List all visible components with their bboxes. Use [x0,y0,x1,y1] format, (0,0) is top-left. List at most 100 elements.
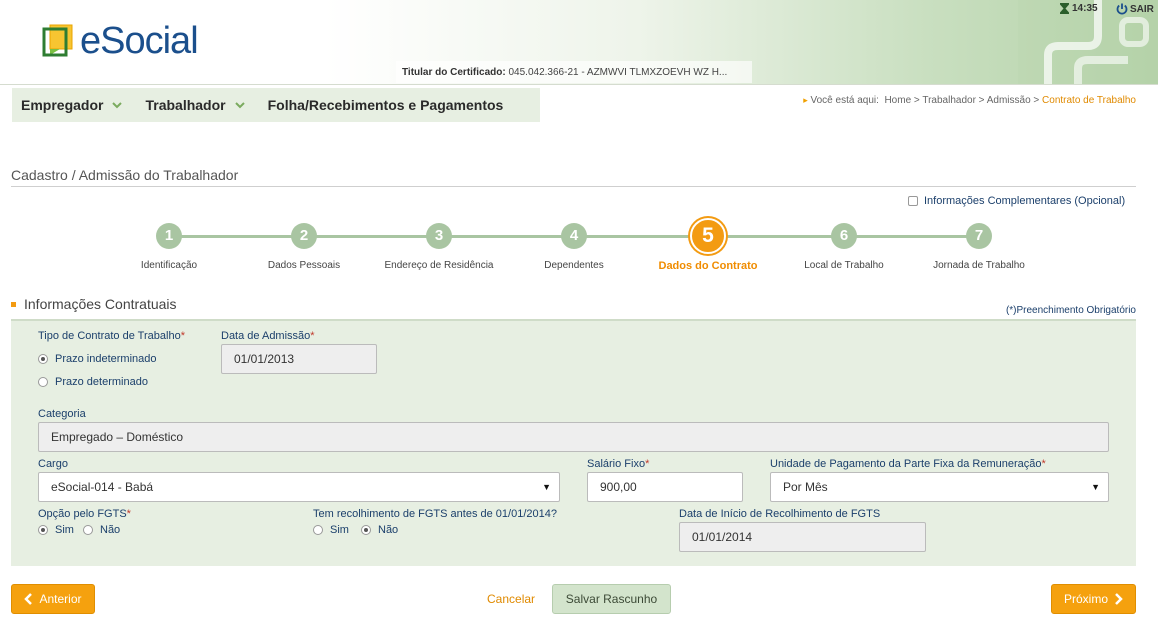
optional-info-toggle[interactable]: Informações Complementares (Opcional) [908,195,1125,207]
step-number: 3 [426,223,452,249]
step-label: Dados Pessoais [267,260,341,271]
data-admissao-label: Data de Admissão* [221,330,315,342]
step-label: Dados do Contrato [658,260,758,272]
breadcrumb-arrow-icon: ▸ [803,95,808,105]
nav-label: Folha/Recebimentos e Pagamentos [267,97,504,113]
optional-info-checkbox[interactable] [908,196,918,206]
radio-button[interactable] [38,377,48,387]
data-admissao-field[interactable]: 01/01/2013 [221,344,377,374]
nav-item-empregador[interactable]: Empregador [21,97,123,113]
certificate-value: 045.042.366-21 - AZMWVI TLMXZOEVH WZ H..… [508,67,728,78]
radio-label: Prazo indeterminado [55,353,157,365]
step-dados-pessoais[interactable]: 2 Dados Pessoais [244,218,364,271]
required-mark: * [1041,458,1046,470]
recolhimento-fgts-label: Tem recolhimento de FGTS antes de 01/01/… [313,508,557,520]
step-label: Identificação [140,260,198,271]
opcao-fgts-label: Opção pelo FGTS* [38,508,131,520]
unidade-pagamento-select[interactable]: Por Mês [770,472,1109,502]
contract-form: Tipo de Contrato de Trabalho* Prazo inde… [11,319,1136,566]
step-dependentes[interactable]: 4 Dependentes [514,218,634,271]
required-mark: * [126,508,131,520]
field-value: 01/01/2014 [692,530,753,544]
hourglass-icon [1060,3,1069,14]
radio-button[interactable] [313,525,323,535]
step-number: 1 [156,223,182,249]
breadcrumb: ▸ Você está aqui: Home > Trabalhador > A… [803,95,1136,106]
categoria-field[interactable]: Empregado – Doméstico [38,422,1109,452]
step-number: 5 [690,218,726,254]
cancel-link[interactable]: Cancelar [487,592,535,606]
radio-recolh-sim[interactable]: Sim [313,524,349,536]
select-value: eSocial-014 - Babá [51,480,154,494]
step-number: 2 [291,223,317,249]
required-note: (*)Preenchimento Obrigatório [1005,305,1136,316]
chevron-right-icon [1115,593,1123,605]
step-local-trabalho[interactable]: 6 Local de Trabalho [784,218,904,271]
previous-button[interactable]: Anterior [11,584,95,614]
chevron-down-icon [234,102,245,109]
breadcrumb-prefix: Você está aqui: [810,95,879,106]
certificate-info: Titular do Certificado: 045.042.366-21 -… [396,61,752,83]
next-button[interactable]: Próximo [1051,584,1136,614]
field-value: Empregado – Doméstico [51,430,184,444]
radio-fgts-sim[interactable]: Sim [38,524,74,536]
radio-button-checked[interactable] [361,525,371,535]
radio-label: Sim [55,524,74,536]
step-endereco[interactable]: 3 Endereço de Residência [379,218,499,271]
unidade-pagamento-label: Unidade de Pagamento da Parte Fixa da Re… [770,458,1046,470]
step-label: Local de Trabalho [804,260,884,271]
radio-label: Sim [330,524,349,536]
label-text: Unidade de Pagamento da Parte Fixa da Re… [770,458,1042,470]
save-draft-button[interactable]: Salvar Rascunho [552,584,671,614]
nav-item-trabalhador[interactable]: Trabalhador [145,97,245,113]
step-jornada[interactable]: 7 Jornada de Trabalho [919,218,1039,271]
step-dados-contrato[interactable]: 5 Dados do Contrato [648,218,768,272]
nav-item-folha[interactable]: Folha/Recebimentos e Pagamentos [268,97,504,113]
previous-label: Anterior [39,592,82,606]
step-number: 4 [561,223,587,249]
radio-label: Não [378,524,399,536]
categoria-label: Categoria [38,408,86,420]
next-label: Próximo [1063,592,1108,606]
breadcrumb-path[interactable]: Home > Trabalhador > Admissão > [884,95,1039,106]
radio-fgts-nao[interactable]: Não [83,524,120,536]
power-icon [1116,3,1128,15]
esocial-logo[interactable]: eSocial [42,20,199,62]
session-timer: 14:35 [1060,3,1098,14]
step-identificacao[interactable]: 1 Identificação [109,218,229,271]
label-text: Data de Admissão [221,330,311,342]
logo-text: eSocial [80,20,199,62]
radio-label: Não [100,524,121,536]
cargo-select[interactable]: eSocial-014 - Babá [38,472,560,502]
salario-field[interactable]: 900,00 [587,472,743,502]
required-mark: * [645,458,650,470]
radio-recolh-nao[interactable]: Não [361,524,398,536]
step-label: Jornada de Trabalho [933,260,1025,271]
logout-button[interactable]: SAIR [1116,3,1154,15]
radio-label: Prazo determinado [55,376,148,388]
field-value: 900,00 [600,480,637,494]
step-label: Endereço de Residência [384,260,494,271]
chevron-left-icon [24,593,33,605]
salario-label: Salário Fixo* [587,458,649,470]
header: eSocial Titular do Certificado: 045.042.… [0,0,1158,85]
data-inicio-fgts-field[interactable]: 01/01/2014 [679,522,926,552]
save-draft-label: Salvar Rascunho [565,592,658,606]
tipo-contrato-label: Tipo de Contrato de Trabalho* [38,330,185,342]
label-text: Tipo de Contrato de Trabalho [38,330,181,342]
radio-prazo-determinado[interactable]: Prazo determinado [38,376,148,388]
section-bullet-icon [11,301,16,307]
optional-info-label: Informações Complementares (Opcional) [924,195,1126,207]
select-value: Por Mês [783,480,828,494]
nav-label: Empregador [21,97,104,113]
required-mark: * [310,330,315,342]
label-text: Opção pelo FGTS [38,508,127,520]
radio-button-checked[interactable] [38,354,48,364]
nav-label: Trabalhador [145,97,226,113]
section-title: Informações Contratuais [11,296,177,312]
radio-button-checked[interactable] [38,525,48,535]
certificate-label: Titular do Certificado: [402,67,506,78]
section-title-text: Informações Contratuais [24,296,177,312]
radio-prazo-indeterminado[interactable]: Prazo indeterminado [38,353,157,365]
radio-button[interactable] [83,525,93,535]
